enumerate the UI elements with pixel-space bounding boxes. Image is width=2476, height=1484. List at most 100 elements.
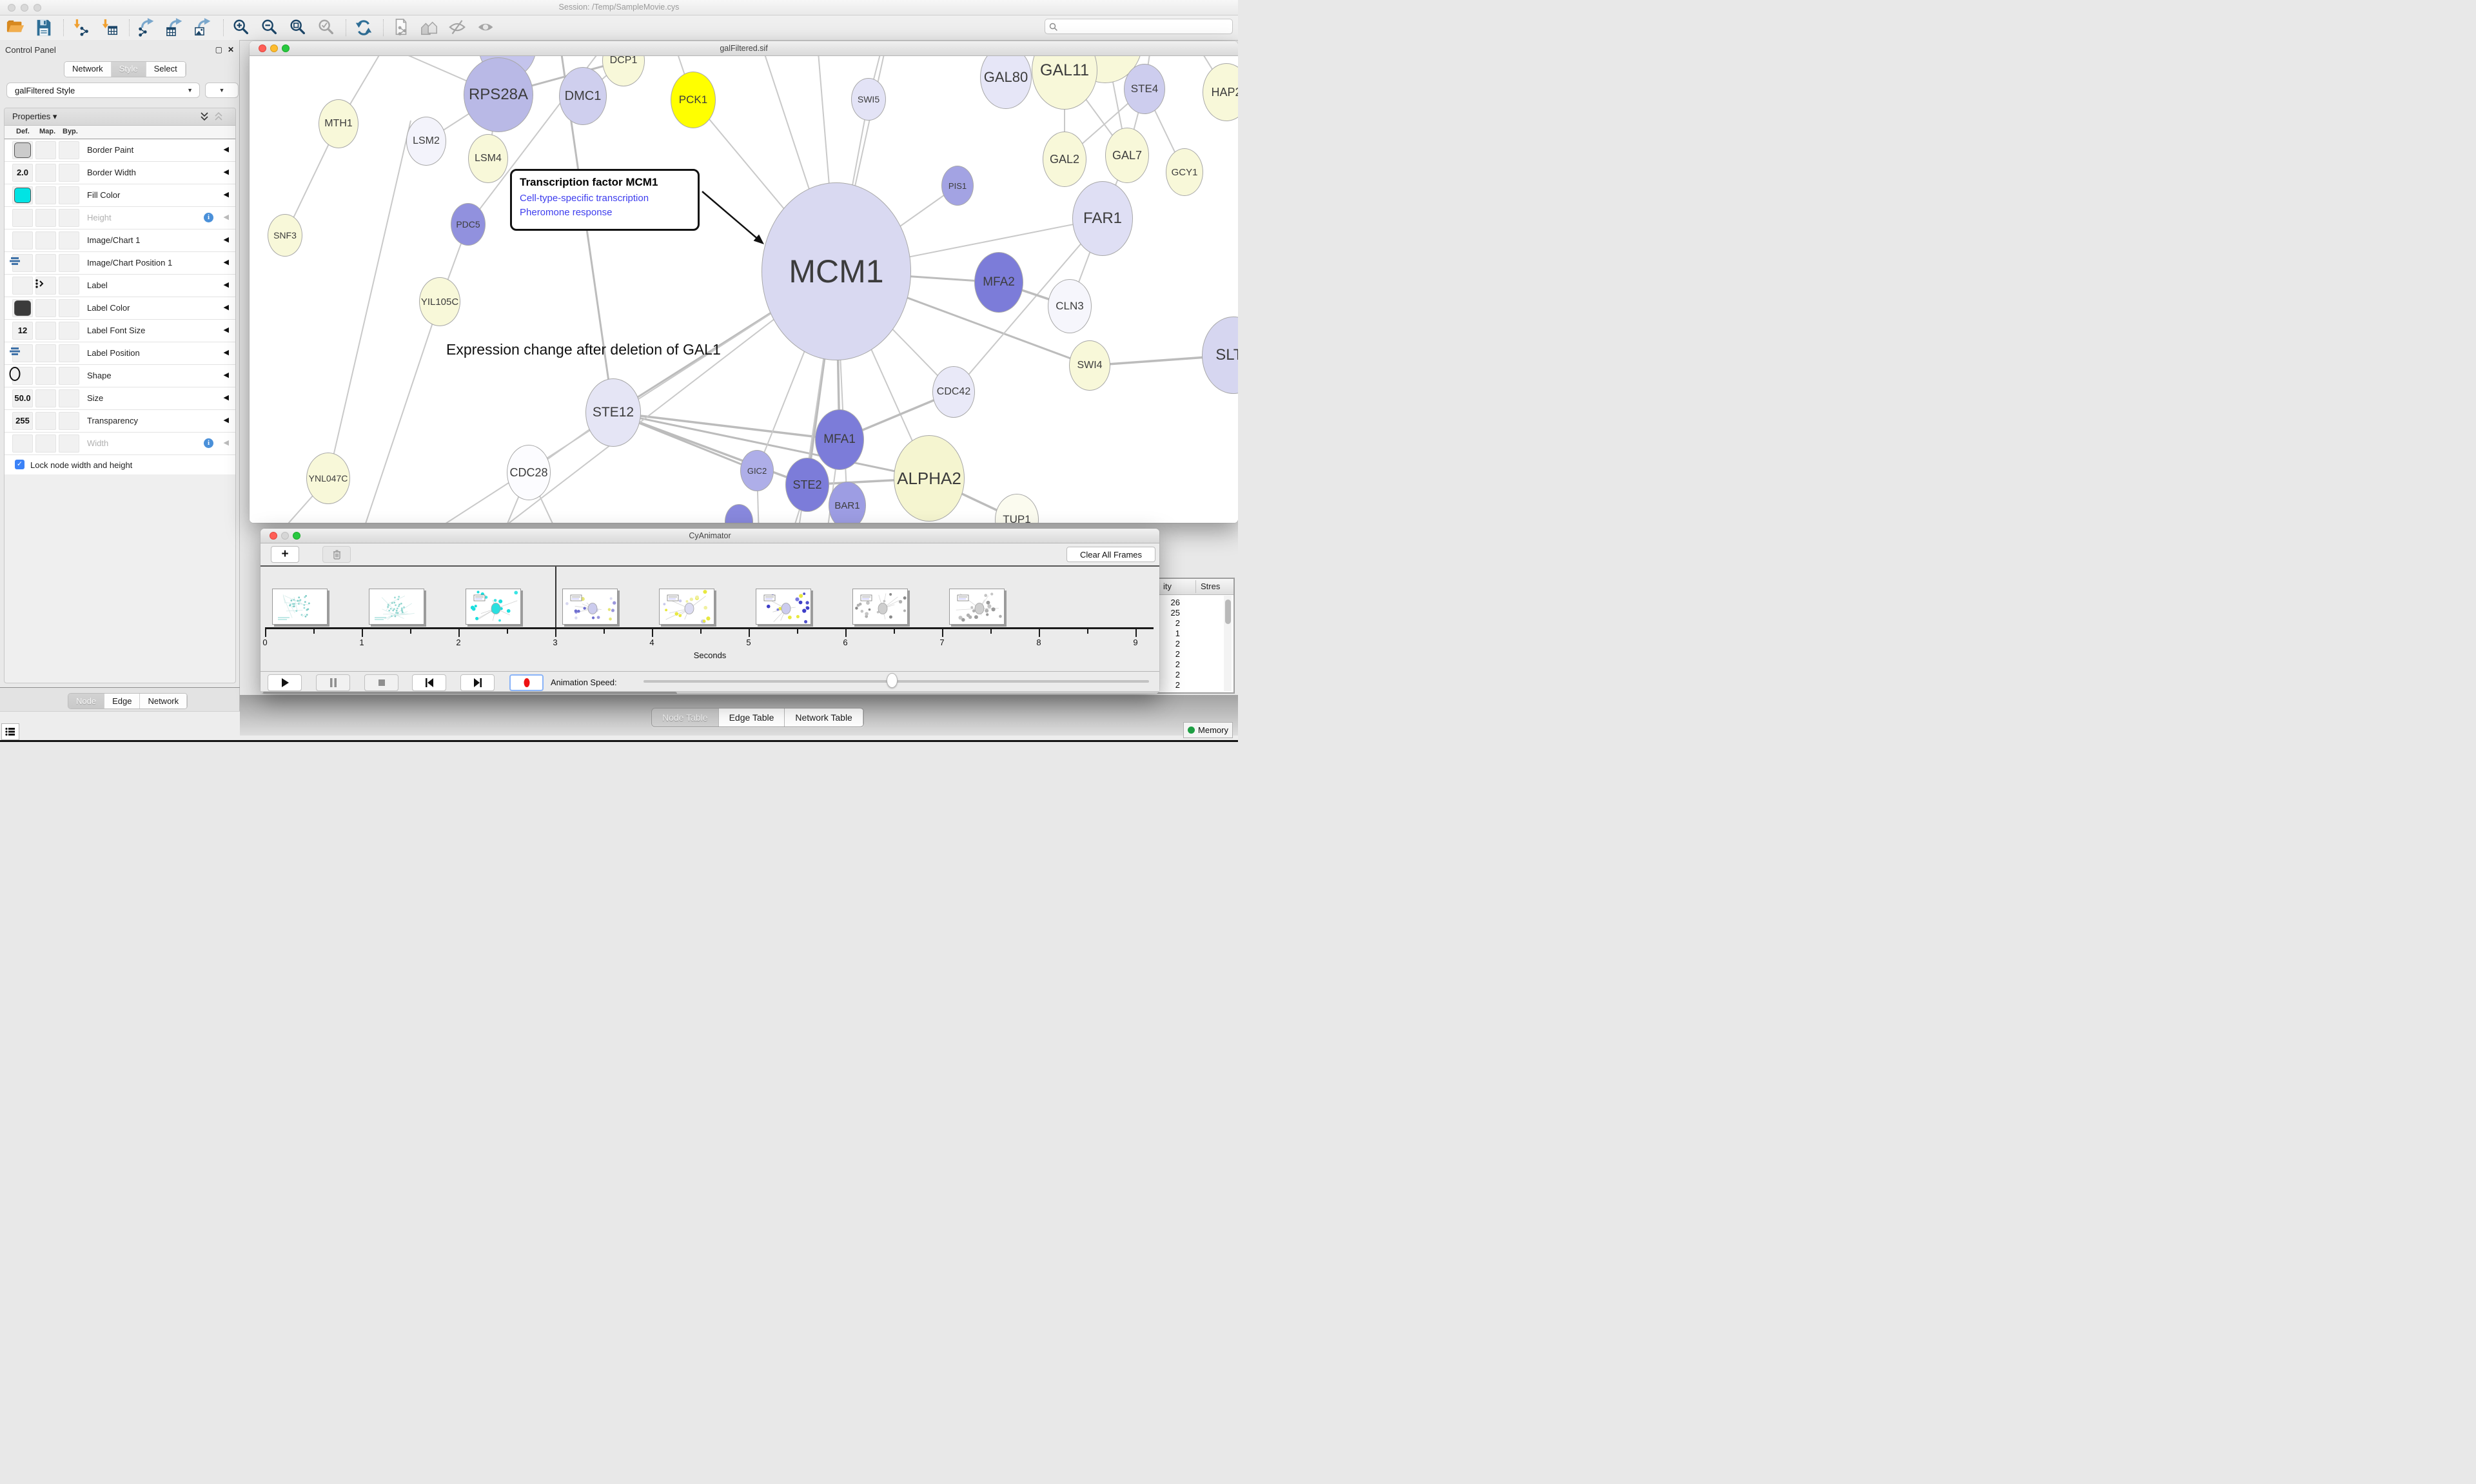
tab-style[interactable]: Style (112, 62, 146, 77)
property-row-width[interactable]: Width i◀ (5, 433, 235, 455)
zoom-out-icon[interactable] (259, 18, 280, 37)
network-node-lsm2[interactable]: LSM2 (406, 117, 446, 166)
panel-tab-node[interactable]: Node (68, 694, 104, 708)
column-stress[interactable]: Stres (1201, 581, 1220, 591)
play-button[interactable] (268, 674, 302, 691)
network-node-cdc28[interactable]: CDC28 (507, 445, 551, 500)
cyanimator-titlebar[interactable]: CyAnimator (260, 529, 1159, 543)
animation-speed-knob[interactable] (887, 673, 898, 688)
expand-row-icon[interactable]: ◀ (224, 348, 229, 356)
clear-all-frames-button[interactable]: Clear All Frames (1066, 547, 1155, 562)
property-row-label-position[interactable]: Label Position ◀ (5, 342, 235, 365)
cyanimator-timeline[interactable]: 0123456789 Seconds (260, 567, 1159, 671)
column-ity[interactable]: ity (1163, 581, 1172, 591)
timeline-playhead[interactable] (555, 567, 556, 627)
expand-all-icon[interactable] (199, 112, 210, 121)
annotation-box[interactable]: Transcription factor MCM1 Cell-type-spec… (510, 169, 700, 231)
frame-thumbnail-1[interactable] (369, 589, 424, 625)
tab-edge-table[interactable]: Edge Table (719, 708, 785, 727)
expand-row-icon[interactable]: ◀ (224, 235, 229, 244)
network-node-snf3[interactable]: SNF3 (268, 214, 302, 257)
panel-tab-network[interactable]: Network (140, 694, 187, 708)
tab-select[interactable]: Select (146, 62, 186, 77)
properties-header[interactable]: Properties ▾ (5, 108, 235, 126)
property-row-size[interactable]: 50.0 Size ◀ (5, 387, 235, 410)
default-swatch-0[interactable] (14, 142, 31, 158)
export-network-icon[interactable] (137, 18, 157, 37)
network-node-alpha2[interactable]: ALPHA2 (894, 435, 965, 522)
expand-row-icon[interactable]: ◀ (224, 258, 229, 266)
zoom-fit-icon[interactable] (288, 18, 308, 37)
network-node-swi4[interactable]: SWI4 (1069, 340, 1110, 391)
tab-node-table[interactable]: Node Table (652, 708, 719, 727)
frame-thumbnail-3[interactable] (562, 589, 618, 625)
skip-to-start-button[interactable] (412, 674, 446, 691)
stop-button[interactable] (364, 674, 398, 691)
network-node-mth1[interactable]: MTH1 (319, 99, 359, 148)
network-node-pck1[interactable]: PCK1 (671, 72, 716, 128)
frame-thumbnail-2[interactable] (466, 589, 521, 625)
network-node-lsm4[interactable]: LSM4 (468, 134, 508, 183)
default-value-12[interactable]: 255 (8, 416, 37, 425)
network-node-yil105c[interactable]: YIL105C (419, 277, 460, 326)
refresh-layout-icon[interactable] (353, 18, 374, 37)
network-node-ste4[interactable]: STE4 (1124, 64, 1165, 114)
property-row-label-font-size[interactable]: 12 Label Font Size ◀ (5, 320, 235, 342)
network-window-titlebar[interactable]: galFiltered.sif (250, 41, 1238, 56)
delete-frame-button[interactable] (322, 546, 351, 563)
style-options-button[interactable]: ▼ (205, 83, 239, 98)
property-row-label-color[interactable]: Label Color ◀ (5, 297, 235, 320)
zoom-in-icon[interactable] (231, 18, 251, 37)
network-node-cdc42[interactable]: CDC42 (932, 366, 975, 418)
add-frame-button[interactable]: + (271, 546, 299, 563)
frame-thumbnail-0[interactable] (272, 589, 328, 625)
property-row-label[interactable]: Label ◀ (5, 275, 235, 297)
close-panel-icon[interactable]: ✕ (228, 45, 234, 54)
automation-panel-button[interactable] (1, 723, 19, 740)
network-node-mcm1[interactable]: MCM1 (761, 182, 911, 360)
search-input[interactable] (1045, 19, 1233, 34)
expand-row-icon[interactable]: ◀ (224, 438, 229, 447)
memory-button[interactable]: Memory (1183, 722, 1233, 738)
record-button[interactable] (509, 674, 544, 691)
expand-row-icon[interactable]: ◀ (224, 213, 229, 221)
property-row-border-width[interactable]: 2.0 Border Width ◀ (5, 162, 235, 184)
panel-tab-edge[interactable]: Edge (104, 694, 140, 708)
network-node-mfa1[interactable]: MFA1 (815, 409, 864, 470)
network-node-gcy1[interactable]: GCY1 (1166, 148, 1203, 196)
property-row-border-paint[interactable]: Border Paint ◀ (5, 139, 235, 162)
network-node-gal7[interactable]: GAL7 (1105, 128, 1149, 183)
frame-thumbnail-7[interactable] (949, 589, 1005, 625)
float-panel-icon[interactable]: ▢ (215, 45, 222, 54)
expand-row-icon[interactable]: ◀ (224, 190, 229, 199)
cyanimator-scrollbar[interactable] (260, 691, 1159, 694)
network-node-pdc5[interactable]: PDC5 (451, 203, 486, 246)
network-node-ste2[interactable]: STE2 (785, 458, 829, 512)
expand-row-icon[interactable]: ◀ (224, 371, 229, 379)
property-row-height[interactable]: Height i◀ (5, 207, 235, 229)
frame-thumbnail-6[interactable] (852, 589, 908, 625)
default-value-1[interactable]: 2.0 (8, 168, 37, 177)
expand-row-icon[interactable]: ◀ (224, 145, 229, 153)
expand-row-icon[interactable]: ◀ (224, 416, 229, 424)
network-canvas[interactable]: RPS28ADMC1DCP1PCK1MTH1LSM2LSM4SNF3PDC5YI… (250, 56, 1238, 523)
expand-row-icon[interactable]: ◀ (224, 326, 229, 334)
network-node-mfa2[interactable]: MFA2 (974, 252, 1023, 313)
open-session-icon[interactable] (5, 18, 26, 37)
expand-row-icon[interactable]: ◀ (224, 168, 229, 176)
default-value-8[interactable]: 12 (8, 326, 37, 335)
tab-network[interactable]: Network (64, 62, 112, 77)
network-node-swi5[interactable]: SWI5 (851, 78, 886, 121)
style-selector[interactable]: galFiltered Style ▼ (6, 83, 200, 98)
export-table-icon[interactable] (165, 18, 186, 37)
property-row-transparency[interactable]: 255 Transparency ◀ (5, 410, 235, 433)
lock-node-size-checkbox[interactable]: ✓ (15, 460, 25, 469)
expand-row-icon[interactable]: ◀ (224, 280, 229, 289)
info-icon[interactable]: i (204, 213, 213, 222)
save-session-icon[interactable] (34, 18, 54, 37)
network-node-rps28a[interactable]: RPS28A (464, 57, 533, 132)
network-node-bar1[interactable]: BAR1 (829, 482, 866, 523)
default-swatch-7[interactable] (14, 300, 31, 316)
network-node-ste12[interactable]: STE12 (585, 378, 641, 447)
tab-network-table[interactable]: Network Table (785, 708, 863, 727)
